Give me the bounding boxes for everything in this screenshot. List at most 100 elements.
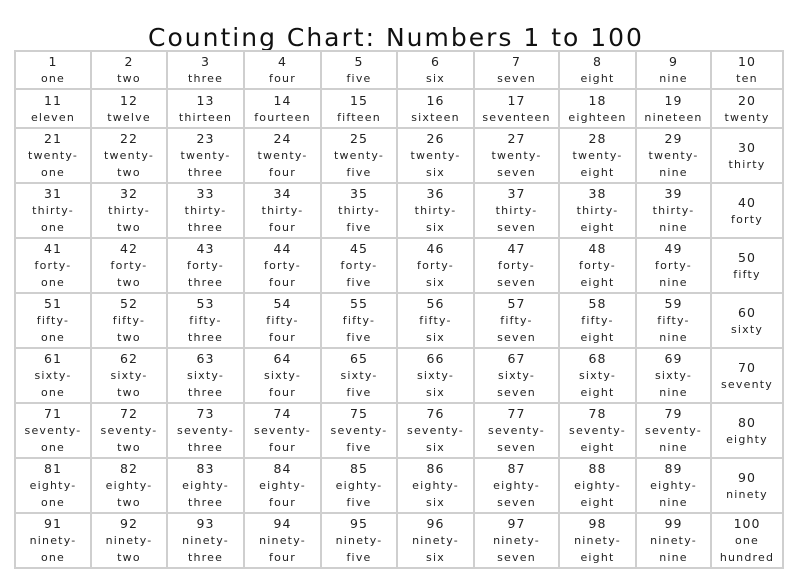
number-word: four [269, 496, 296, 509]
number-word: three [187, 276, 224, 289]
number-numeral: 68 [588, 351, 607, 366]
number-numeral: 31 [44, 186, 62, 201]
number-numeral: 94 [273, 516, 292, 531]
number-numeral: 45 [350, 241, 368, 256]
number-numeral: 81 [44, 461, 62, 476]
number-word: three [187, 386, 224, 399]
number-numeral: 46 [426, 241, 445, 256]
number-word: seven [497, 331, 536, 344]
number-cell: 86 eighty-six [396, 457, 475, 514]
number-word: eighty- [650, 479, 697, 492]
number-cell: 85 eighty-five [320, 457, 398, 514]
number-word: six [426, 72, 445, 85]
number-word: eighty- [493, 479, 540, 492]
number-numeral: 91 [44, 516, 62, 531]
number-word: sixty- [34, 369, 72, 382]
number-word: eighty- [412, 479, 459, 492]
number-cell: 35 thirty-five [320, 182, 398, 239]
number-word: four [269, 441, 296, 454]
number-numeral: 32 [120, 186, 138, 201]
number-cell: 67 sixty-seven [473, 347, 560, 404]
number-numeral: 71 [44, 406, 62, 421]
number-word: forty- [655, 259, 692, 272]
number-numeral: 50 [738, 249, 756, 265]
number-word: six [426, 276, 445, 289]
number-cell: 17 seventeen [473, 88, 560, 129]
number-word: seventy- [645, 424, 702, 437]
number-numeral: 5 [354, 54, 364, 69]
number-word: three [187, 331, 224, 344]
number-numeral: 98 [588, 516, 607, 531]
number-word: five [346, 166, 372, 179]
number-word: ten [736, 72, 758, 85]
number-numeral: 29 [664, 131, 683, 146]
number-word: thirty- [576, 204, 619, 217]
number-word: five [346, 221, 372, 234]
grid-row: 11 eleven 12 twelve 13 thirteen 14 fourteen 15 fi… [14, 88, 784, 129]
number-word: seventy- [407, 424, 464, 437]
number-word: twenty- [333, 149, 385, 162]
number-numeral: 21 [44, 131, 62, 146]
number-word: eighty- [182, 479, 229, 492]
number-numeral: 47 [507, 241, 526, 256]
number-cell: 100 one hundred [710, 512, 784, 569]
number-numeral: 97 [507, 516, 526, 531]
number-numeral: 63 [196, 351, 215, 366]
number-word: seventeen [482, 110, 551, 124]
number-numeral: 61 [44, 351, 62, 366]
number-numeral: 87 [507, 461, 526, 476]
number-word: one [40, 386, 66, 399]
number-cell: 45 forty-five [320, 237, 398, 294]
number-cell: 15 fifteen [320, 88, 398, 129]
number-numeral: 100 [733, 516, 761, 531]
number-word: one [40, 166, 66, 179]
grid-row: 31 thirty-one 32 thirty-two 33 thirty-three 34… [14, 182, 784, 239]
number-cell: 37 thirty-seven [473, 182, 560, 239]
number-numeral: 70 [738, 359, 756, 375]
number-word: seven [497, 386, 536, 399]
grid-row: 81 eighty-one 82 eighty-two 83 eighty-three 84… [14, 457, 784, 514]
number-numeral: 96 [426, 516, 445, 531]
number-word: eighty- [105, 479, 153, 492]
number-word: four [269, 72, 296, 85]
number-numeral: 56 [426, 296, 445, 311]
number-numeral: 42 [120, 241, 138, 256]
number-cell: 42 forty-two [90, 237, 168, 294]
number-word: sixty- [110, 369, 148, 382]
number-word: six [426, 441, 445, 454]
number-numeral: 34 [273, 186, 292, 201]
number-numeral: 85 [350, 461, 368, 476]
number-word: twenty- [257, 149, 308, 162]
number-numeral: 28 [588, 131, 607, 146]
number-word: ninety- [29, 534, 77, 547]
number-cell: 16 sixteen [396, 88, 475, 129]
number-numeral: 83 [196, 461, 215, 476]
number-cell: 22 twenty-two [90, 127, 168, 184]
number-word: one [40, 72, 66, 85]
number-word: eight [580, 276, 615, 289]
number-numeral: 57 [507, 296, 526, 311]
number-cell: 48 forty-eight [558, 237, 637, 294]
number-cell: 91 ninety-one [14, 512, 92, 569]
number-word: forty- [264, 259, 301, 272]
number-word: eight [580, 221, 615, 234]
grid-row: 51 fifty-one 52 fifty-two 53 fifty-three 54 fif… [14, 292, 784, 349]
number-word: ninety- [335, 534, 383, 547]
number-numeral: 6 [431, 54, 440, 69]
number-numeral: 16 [426, 92, 445, 108]
grid-row: 61 sixty-one 62 sixty-two 63 sixty-three 64 six… [14, 347, 784, 404]
number-cell: 63 sixty-three [166, 347, 245, 404]
number-cell: 58 fifty-eight [558, 292, 637, 349]
number-word: fifty- [266, 314, 299, 327]
number-cell: 76 seventy-six [396, 402, 475, 459]
number-word: eight [580, 496, 615, 509]
number-numeral: 79 [664, 406, 683, 421]
number-numeral: 54 [273, 296, 292, 311]
number-numeral: 8 [593, 54, 602, 69]
number-word: one [40, 551, 66, 564]
number-word: twenty [724, 110, 770, 124]
number-numeral: 60 [738, 304, 756, 320]
number-cell: 3 three [166, 50, 245, 90]
number-word: two [117, 441, 141, 454]
number-word: nine [659, 386, 688, 399]
